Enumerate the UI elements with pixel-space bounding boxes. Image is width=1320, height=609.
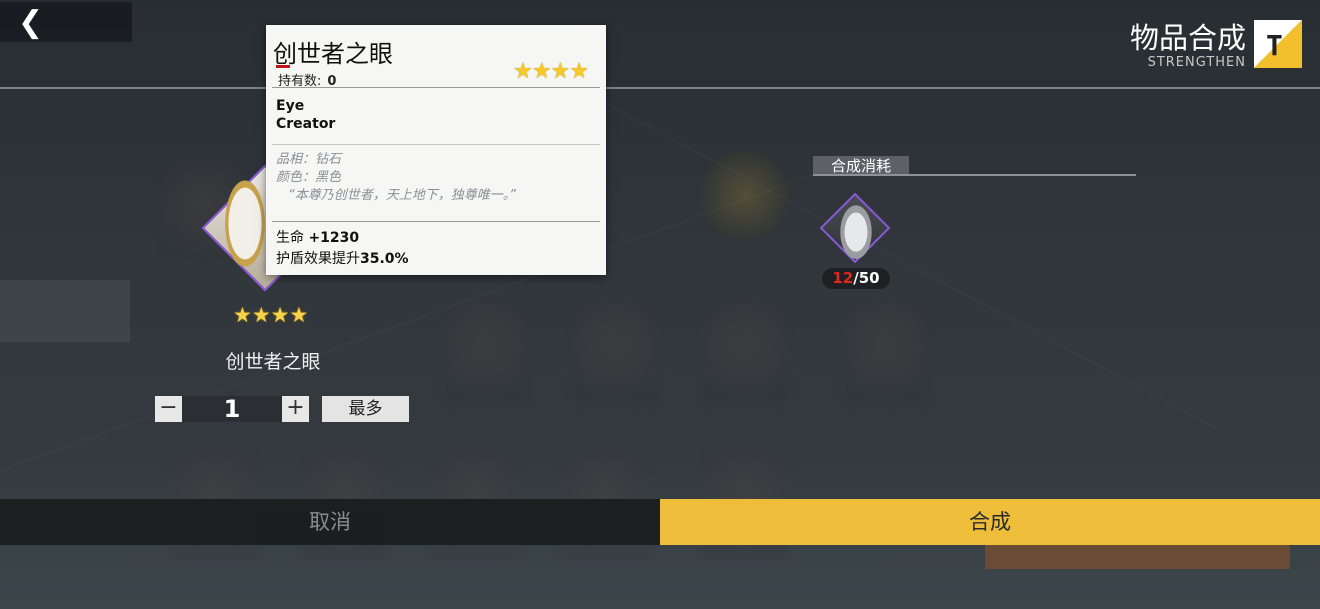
item-quality: 品相：钻石	[276, 152, 342, 167]
quantity-decrease-button[interactable]: −	[155, 396, 182, 422]
header-divider	[0, 87, 1320, 89]
page-title: 物品合成	[1129, 21, 1246, 55]
material-owned: 12	[832, 269, 854, 287]
stat-shield: 护盾效果提升35.0%	[276, 249, 409, 270]
quantity-value[interactable]: 1	[182, 396, 282, 423]
divider	[272, 221, 600, 222]
cost-divider	[813, 174, 1136, 176]
stat-label: 护盾效果提升	[276, 251, 360, 267]
material-image	[836, 198, 876, 260]
divider	[272, 144, 600, 145]
max-quantity-button[interactable]: 最多	[322, 396, 409, 422]
synthesize-button[interactable]: 合成	[660, 499, 1320, 545]
item-name: 创世者之眼	[225, 351, 321, 373]
hammer-icon: T	[1254, 20, 1302, 68]
material-count: 12/50	[822, 268, 890, 289]
english-name-line: Eye	[276, 98, 305, 114]
english-name-line: Creator	[276, 116, 336, 132]
item-image	[212, 165, 272, 295]
cost-section-label: 合成消耗	[813, 156, 909, 176]
item-rarity-stars: ★★★★	[233, 303, 309, 327]
stat-hp: 生命 +1230	[276, 228, 409, 249]
tooltip-title: 创世者之眼	[273, 40, 393, 68]
stat-value: +1230	[308, 230, 360, 246]
chevron-left-icon: ❮	[18, 4, 44, 40]
quantity-increase-button[interactable]: +	[282, 396, 309, 422]
divider	[272, 87, 600, 88]
stat-value: 35.0%	[360, 251, 409, 267]
page-subtitle: STRENGTHEN	[1147, 55, 1246, 70]
item-stats: 生命 +1230 护盾效果提升35.0%	[276, 228, 409, 270]
item-flavor-text: “本尊乃创世者，天上地下，独尊唯一。”	[288, 188, 516, 203]
item-description: 品相：钻石 颜色：黑色 “本尊乃创世者，天上地下，独尊唯一。”	[276, 151, 516, 205]
item-color: 颜色：黑色	[276, 170, 342, 185]
tooltip-accent-bar	[276, 65, 290, 68]
page-header: 物品合成 STRENGTHEN T	[1130, 20, 1302, 70]
cancel-button[interactable]: 取消	[0, 499, 660, 545]
back-button[interactable]: ❮	[0, 2, 132, 42]
material-required: /50	[853, 269, 880, 287]
tooltip-rarity-stars: ★★★★	[513, 59, 589, 84]
stat-label: 生命	[276, 230, 309, 246]
item-english-name: Eye Creator	[276, 97, 335, 133]
item-tooltip: 创世者之眼 持有数: 0 ★★★★ Eye Creator 品相：钻石 颜色：黑色…	[266, 25, 606, 275]
